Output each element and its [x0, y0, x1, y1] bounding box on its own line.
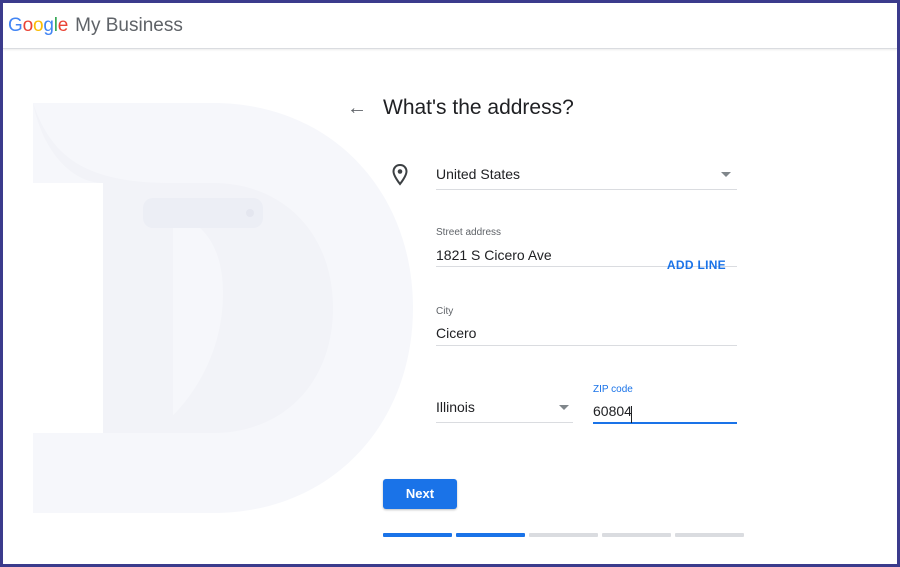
- progress-step: [675, 533, 744, 537]
- page-title: What's the address?: [383, 96, 574, 119]
- logo-letter: G: [8, 14, 23, 36]
- google-logo: Google: [8, 15, 68, 37]
- progress-step: [456, 533, 525, 537]
- arrow-left-icon[interactable]: ←: [346, 97, 368, 119]
- logo-letter: o: [22, 14, 34, 36]
- street-address-field[interactable]: Street address 1821 S Cicero Ave ADD LIN…: [436, 225, 737, 272]
- zip-code-field[interactable]: ZIP code 60804: [593, 382, 737, 424]
- chevron-down-icon: [559, 405, 569, 410]
- street-address-label: Street address: [436, 227, 502, 238]
- state-select[interactable]: Illinois: [436, 396, 573, 423]
- zip-code-value: 60804: [593, 403, 632, 419]
- top-bar: Google My Business: [3, 3, 897, 49]
- chevron-down-icon: [721, 172, 731, 177]
- city-label: City: [436, 306, 454, 317]
- text-cursor: [631, 406, 632, 423]
- country-value: United States: [436, 166, 521, 182]
- progress-bar: [383, 533, 744, 537]
- street-address-value: 1821 S Cicero Ave: [436, 247, 552, 263]
- add-line-button[interactable]: ADD LINE: [667, 258, 726, 272]
- product-name: My Business: [75, 14, 183, 36]
- logo-letter: e: [57, 14, 69, 36]
- city-value: Cicero: [436, 325, 477, 341]
- state-value: Illinois: [436, 399, 475, 415]
- location-pin-icon: [392, 164, 408, 186]
- watermark-logo: [33, 103, 413, 513]
- progress-step: [529, 533, 598, 537]
- country-select[interactable]: United States: [436, 161, 737, 190]
- app-frame: Google My Business ← What's the address?…: [0, 0, 900, 567]
- progress-step: [602, 533, 671, 537]
- next-button[interactable]: Next: [383, 479, 457, 509]
- logo-letter: o: [32, 14, 44, 36]
- logo-letter: g: [43, 14, 54, 36]
- zip-code-label: ZIP code: [593, 384, 633, 395]
- progress-step: [383, 533, 452, 537]
- city-field[interactable]: City Cicero: [436, 304, 737, 346]
